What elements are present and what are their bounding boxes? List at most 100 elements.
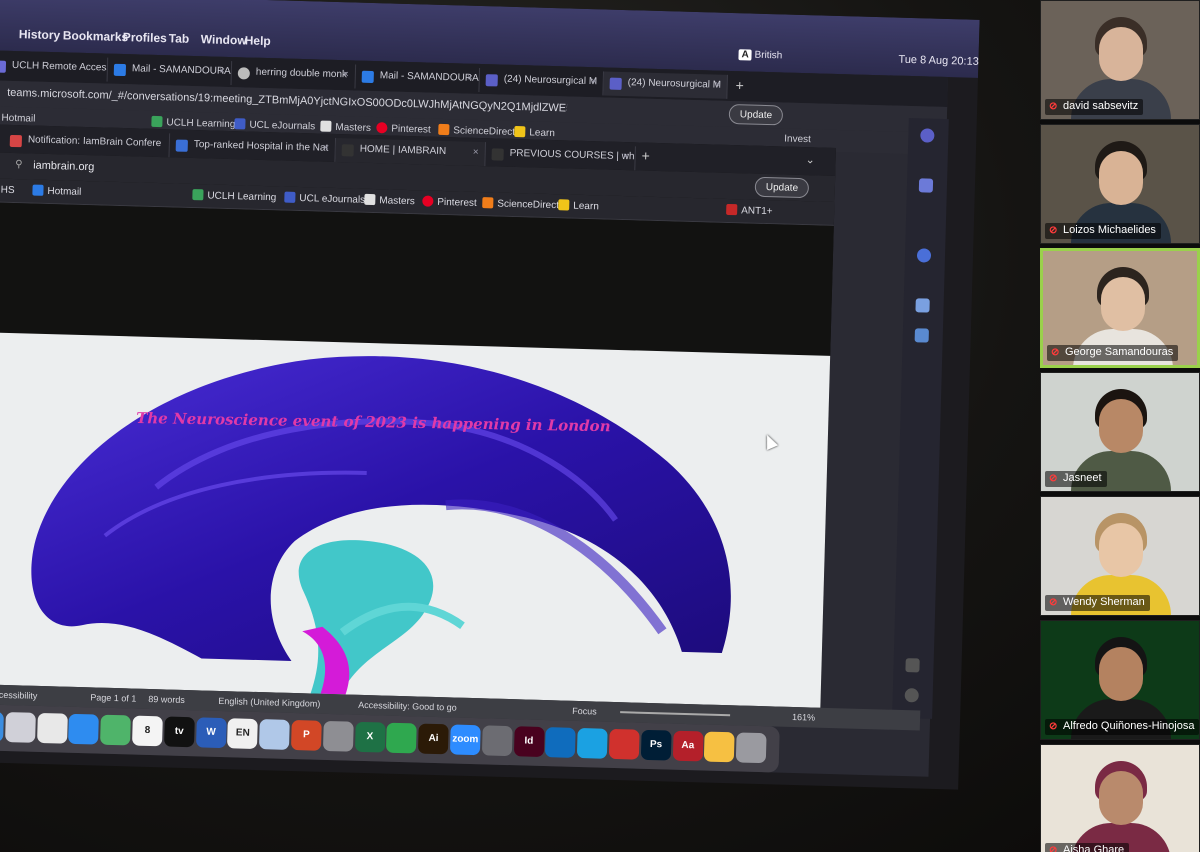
bookmark-label: Pinterest xyxy=(391,123,431,136)
dock-settings-icon[interactable] xyxy=(322,720,354,752)
close-icon[interactable]: × xyxy=(473,147,479,158)
update-button[interactable]: Update xyxy=(754,176,810,199)
focus-button[interactable]: Focus xyxy=(572,706,597,717)
dock-trash-icon[interactable] xyxy=(735,732,767,764)
sidebar-toggle-icon[interactable] xyxy=(905,658,920,673)
bookmark-pinterest[interactable]: Pinterest xyxy=(422,195,477,209)
bookmark-uclh-learning[interactable]: UCLH Learning xyxy=(192,189,276,203)
participant-tile[interactable]: ⊘ Aisha Ghare xyxy=(1040,744,1200,852)
input-source-icon[interactable]: A xyxy=(738,49,752,61)
new-tab-icon[interactable]: + xyxy=(735,77,744,93)
send-icon[interactable] xyxy=(914,328,929,343)
bookmark-label: UCL eJournals xyxy=(249,119,316,133)
dock-zoom-icon[interactable]: zoom xyxy=(449,724,481,756)
menu-history[interactable]: History xyxy=(19,27,61,42)
participant-tile[interactable]: ⊘ George Samandouras xyxy=(1040,248,1200,368)
gear-icon[interactable] xyxy=(904,688,919,703)
site-info-icon[interactable]: ⚲ xyxy=(15,159,23,170)
dock-edge-icon[interactable] xyxy=(577,727,608,759)
front-url[interactable]: iambrain.org xyxy=(33,160,94,174)
bookmark-sciencedirect[interactable]: ScienceDirect xyxy=(482,197,559,211)
bookmark-uclh-learning[interactable]: UCLH Learning xyxy=(151,115,235,130)
tab-neurosurgical-2[interactable]: (24) Neurosurgical M × xyxy=(603,71,728,99)
copilot-icon[interactable] xyxy=(920,128,935,143)
participant-name-label: Aisha Ghare xyxy=(1063,844,1125,852)
close-icon[interactable]: × xyxy=(467,73,473,84)
menu-window[interactable]: Window xyxy=(201,32,247,47)
bookmark-sciencedirect[interactable]: ScienceDirect xyxy=(438,123,515,138)
dock-quicktime-icon[interactable] xyxy=(481,725,513,757)
participant-tile[interactable]: ⊘ david sabsevitz xyxy=(1040,0,1200,120)
bookmark-ant1[interactable]: ANT1+ xyxy=(726,203,773,217)
close-icon[interactable]: × xyxy=(219,66,225,77)
dock-apple-tv-icon[interactable]: tv xyxy=(163,716,195,748)
dock-launchpad-icon[interactable] xyxy=(4,711,36,743)
shopping-icon[interactable] xyxy=(918,178,934,193)
dock-indesign-icon[interactable]: Id xyxy=(513,726,545,758)
new-tab-icon[interactable]: + xyxy=(641,148,650,164)
tab-herring[interactable]: herring double monk × xyxy=(231,61,357,89)
face xyxy=(1099,27,1143,81)
bookmark-pinterest[interactable]: Pinterest xyxy=(376,122,431,136)
close-icon[interactable]: × xyxy=(343,69,349,80)
dock-calendar-icon[interactable]: 8 xyxy=(132,715,163,747)
games-icon[interactable] xyxy=(915,298,930,313)
menu-profiles[interactable]: Profiles xyxy=(123,30,167,45)
dock-photoshop-icon[interactable]: Ps xyxy=(640,729,672,761)
dock-parallels-icon[interactable] xyxy=(608,728,640,760)
bookmark-learn[interactable]: Learn xyxy=(558,199,599,212)
bookmark-masters[interactable]: Masters xyxy=(320,120,371,134)
participant-tile[interactable]: ⊘ Jasneet xyxy=(1040,372,1200,492)
accessibility-label[interactable]: Accessibility xyxy=(0,690,38,701)
chevron-down-icon[interactable]: ⌄ xyxy=(805,153,815,166)
bookmark-hotmail[interactable]: Hotmail xyxy=(32,184,82,198)
input-language[interactable]: British xyxy=(754,50,782,62)
dock-excel-icon[interactable]: X xyxy=(354,721,386,753)
update-button[interactable]: Update xyxy=(728,103,784,126)
dock-illustrator-icon[interactable]: Ai xyxy=(418,723,449,755)
dock-chrome-icon[interactable] xyxy=(36,712,68,744)
participant-tile[interactable]: ⊘ Alfredo Quiñones-Hinojosa xyxy=(1040,620,1200,740)
menu-tab[interactable]: Tab xyxy=(169,31,190,46)
dock-word-icon[interactable]: W xyxy=(195,717,227,749)
menu-bookmarks[interactable]: Bookmarks xyxy=(63,28,129,44)
dock-powerpoint-icon[interactable]: P xyxy=(290,719,322,751)
dock-finder-icon[interactable] xyxy=(0,711,4,742)
tab-favicon xyxy=(361,70,374,84)
dock-photos-icon[interactable] xyxy=(704,731,736,763)
dock-preview-icon[interactable] xyxy=(259,719,290,750)
dock-maps-icon[interactable] xyxy=(100,714,132,746)
bookmark-nhs[interactable]: NHS xyxy=(0,183,15,196)
menu-help[interactable]: Help xyxy=(245,33,271,48)
participant-tile[interactable]: ⊘ Wendy Sherman xyxy=(1040,496,1200,616)
bookmark-hotmail[interactable]: Hotmail xyxy=(0,111,36,125)
close-icon[interactable]: × xyxy=(591,76,597,87)
zoom-level[interactable]: 161% xyxy=(792,712,815,723)
accessibility-status[interactable]: Accessibility: Good to go xyxy=(358,700,457,713)
dock-safari-icon[interactable] xyxy=(68,713,100,745)
tools-icon[interactable] xyxy=(916,248,932,263)
bookmark-learn[interactable]: Learn xyxy=(514,125,555,139)
tab-neurosurgical-1[interactable]: (24) Neurosurgical M × xyxy=(479,67,605,96)
dock-outlook-icon[interactable] xyxy=(545,727,577,758)
dock-keyboard-icon[interactable]: EN xyxy=(227,718,259,750)
tab-uclh-remote[interactable]: UCLH Remote Access xyxy=(0,54,109,82)
close-icon[interactable]: × xyxy=(323,143,329,154)
tab-mail-1[interactable]: Mail - SAMANDOURA × xyxy=(107,57,233,86)
menu-clock[interactable]: Tue 8 Aug 20:13 xyxy=(898,54,979,68)
document-language[interactable]: English (United Kingdom) xyxy=(218,696,320,709)
close-icon[interactable]: × xyxy=(715,80,721,91)
bookmark-ucl-ejournals[interactable]: UCL eJournals xyxy=(234,118,315,132)
bookmark-invest[interactable]: Invest xyxy=(784,134,811,146)
zoom-slider[interactable] xyxy=(620,711,731,717)
word-count[interactable]: 89 words xyxy=(148,694,185,705)
bookmark-ucl-ejournals[interactable]: UCL eJournals xyxy=(284,191,365,206)
tab-mail-2[interactable]: Mail - SAMANDOURA × xyxy=(355,64,481,92)
close-icon[interactable]: × xyxy=(623,151,629,162)
bookmark-masters[interactable]: Masters xyxy=(364,193,415,207)
page-count[interactable]: Page 1 of 1 xyxy=(90,692,136,703)
participant-tile[interactable]: ⊘ Loizos Michaelides xyxy=(1040,124,1200,244)
dock-numbers-icon[interactable] xyxy=(386,722,418,754)
face xyxy=(1099,151,1143,205)
dock-dictionary-icon[interactable]: Aa xyxy=(672,730,704,762)
